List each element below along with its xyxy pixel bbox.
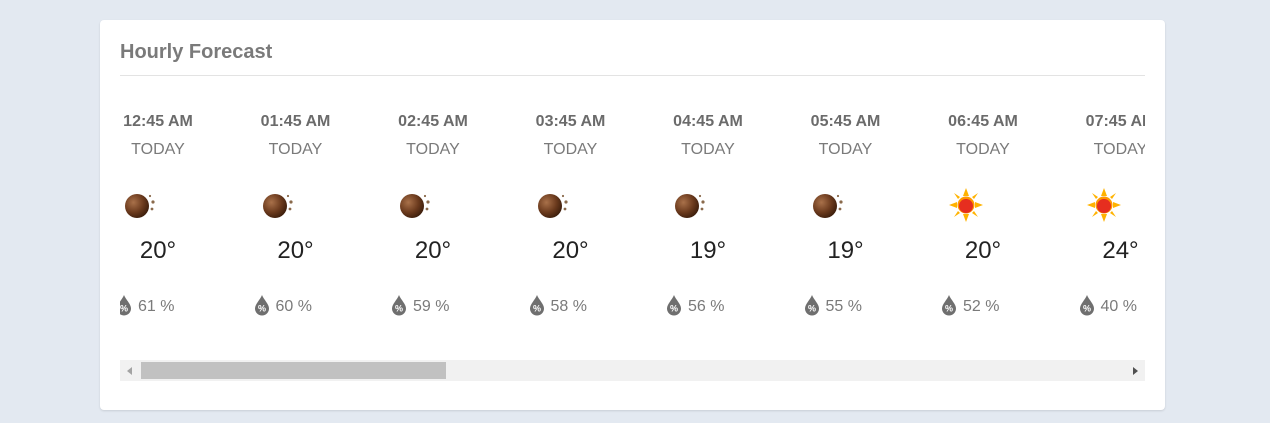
night-moon-icon [673,187,709,223]
humidity-drop-icon: % [528,294,546,321]
hour-day: TODAY [1093,141,1145,158]
svg-text:%: % [257,303,265,313]
humidity-group: % 55 % [803,294,862,321]
humidity-group: % 40 % [1078,294,1137,321]
night-moon-icon [398,187,434,223]
hour-day: TODAY [681,141,735,158]
hour-humidity: 61 % [138,298,175,315]
hour-humidity: 60 % [275,298,312,315]
svg-text:%: % [1082,303,1090,313]
hour-time: 04:45 AM [673,113,743,130]
hour-temperature: 20° [139,237,177,264]
svg-text:%: % [807,303,815,313]
hour-temperature: 19° [827,237,864,264]
hour-temperature: 20° [414,237,452,264]
humidity-drop-icon: % [120,294,133,321]
humidity-group: % 61 % [120,294,175,321]
hour-temperature: 19° [689,237,727,264]
forecast-scroller[interactable]: 12:45 AM TODAY 20° % 61 % 01:45 AM TODAY… [120,100,1145,380]
night-moon-icon [261,187,297,223]
hour-day: TODAY [956,141,1010,158]
svg-text:%: % [670,303,678,313]
forecast-track: 12:45 AM TODAY 20° % 61 % 01:45 AM TODAY… [120,100,1145,380]
hour-time: 03:45 AM [535,113,606,130]
night-moon-icon [536,187,572,223]
humidity-group: % 52 % [940,294,1000,321]
card-title: Hourly Forecast [120,41,273,63]
hour-day: TODAY [131,141,185,158]
hour-day: TODAY [543,141,598,158]
hour-time: 07:45 AM [1085,113,1145,130]
hour-temperature: 20° [552,237,589,264]
hour-humidity: 40 % [1100,298,1137,315]
title-divider [120,75,1145,76]
humidity-drop-icon: % [1078,294,1096,321]
svg-text:%: % [945,303,953,313]
hour-humidity: 52 % [963,298,1000,315]
hour-temperature: 20° [964,237,1002,264]
hour-time: 02:45 AM [398,113,468,130]
humidity-group: % 56 % [665,294,725,321]
sun-icon [1086,187,1122,223]
hour-time: 06:45 AM [948,113,1018,130]
humidity-drop-icon: % [390,294,408,321]
night-moon-icon [123,187,159,223]
hour-day: TODAY [268,141,323,158]
hour-humidity: 55 % [825,298,862,315]
hour-time: 05:45 AM [810,113,881,130]
hour-humidity: 56 % [688,298,725,315]
humidity-drop-icon: % [253,294,271,321]
humidity-group: % 60 % [253,294,312,321]
svg-text:%: % [120,303,128,313]
svg-text:%: % [395,303,403,313]
scrollbar-thumb[interactable] [141,362,446,379]
humidity-drop-icon: % [803,294,821,321]
hour-day: TODAY [406,141,460,158]
night-moon-icon [811,187,847,223]
hour-time: 12:45 AM [123,113,193,130]
humidity-drop-icon: % [665,294,683,321]
hour-temperature: 24° [1102,237,1139,264]
hour-humidity: 58 % [550,298,587,315]
horizontal-scrollbar[interactable] [120,360,1145,381]
hour-humidity: 59 % [413,298,450,315]
svg-text:%: % [532,303,540,313]
scroll-left-arrow-icon[interactable] [127,367,132,375]
hour-temperature: 20° [277,237,314,264]
humidity-group: % 59 % [390,294,450,321]
humidity-group: % 58 % [528,294,587,321]
scroll-right-arrow-icon[interactable] [1133,367,1138,375]
hourly-forecast-card: Hourly Forecast 12:45 AM TODAY 20° % 61 … [100,20,1165,410]
hour-day: TODAY [818,141,873,158]
hour-time: 01:45 AM [260,113,331,130]
sun-icon [948,187,984,223]
humidity-drop-icon: % [940,294,958,321]
